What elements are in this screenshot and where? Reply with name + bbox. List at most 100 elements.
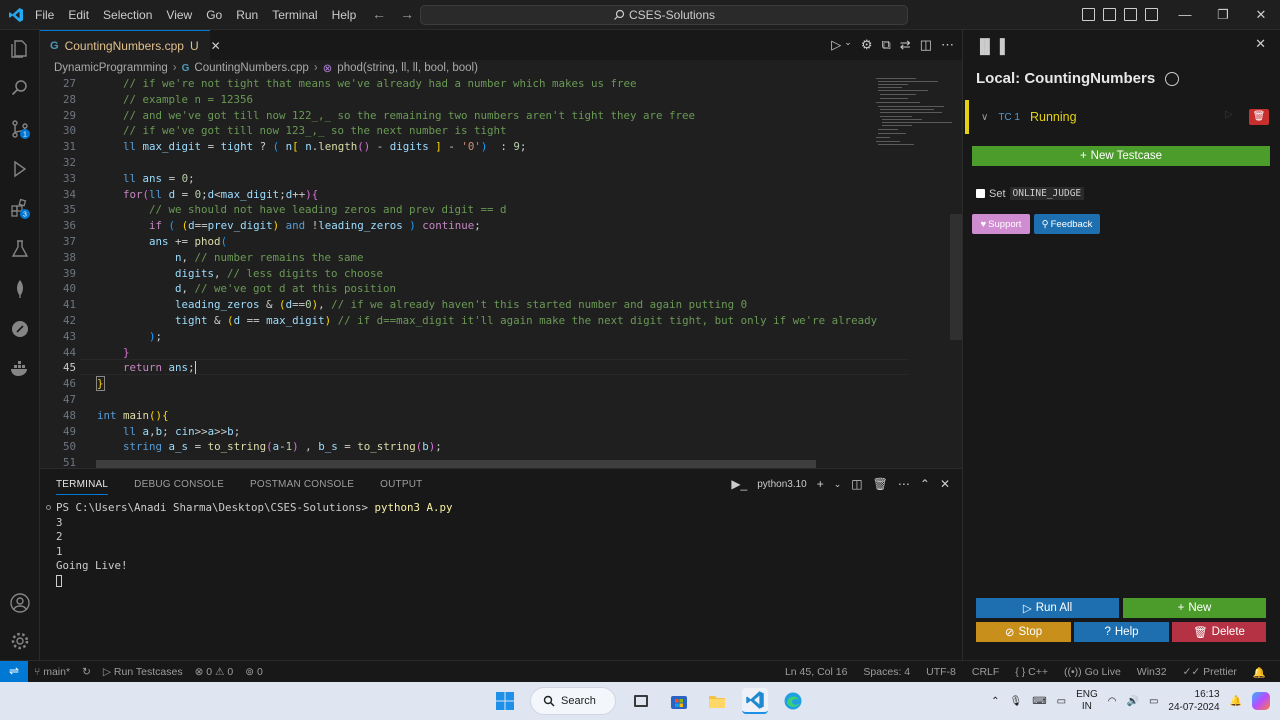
run-all-button[interactable]: ▷ Run All [976,598,1119,618]
source-control-icon[interactable]: 1 [9,118,31,140]
editor-scrollbar-thumb[interactable] [950,214,962,340]
tab-postman-console[interactable]: POSTMAN CONSOLE [250,479,354,495]
keyboard-icon[interactable]: ⌨ [1032,696,1046,707]
checkbox[interactable] [976,189,985,198]
search-view-icon[interactable] [9,77,31,99]
online-judge-toggle[interactable]: Set ONLINE_JUDGE [976,187,1085,200]
testing-flask-icon[interactable] [9,238,31,260]
minimize-icon[interactable]: — [1166,0,1204,30]
postman-icon[interactable] [9,318,31,340]
compare-icon[interactable]: ⇄ [900,37,911,53]
clock[interactable]: 16:13 24-07-2024 [1168,688,1219,714]
support-button[interactable]: ♥ Support [972,214,1030,234]
maximize-icon[interactable]: ❐ [1204,0,1242,30]
run-testcase-icon[interactable]: ▷ [1225,109,1241,125]
code-editor[interactable]: 27 // if we're not tight that means we'v… [40,76,962,468]
chevron-down-icon[interactable]: ∨ [981,112,988,123]
command-center[interactable]: CSES-Solutions [420,5,908,25]
run-testcases-item[interactable]: ▷ Run Testcases [103,666,183,678]
problems-indicator[interactable]: ⊗ 0 ⚠ 0 [195,666,234,678]
minimap[interactable] [874,76,954,468]
open-changes-icon[interactable]: ⧉ [882,37,891,53]
menu-go[interactable]: Go [199,8,229,22]
account-icon[interactable] [9,592,31,614]
customize-layout-icon[interactable] [1145,8,1158,21]
show-hidden-icons-chevron-icon[interactable]: ⌃ [991,696,999,707]
editor-horizontal-scrollbar[interactable] [96,460,816,468]
breadcrumb-file[interactable]: CountingNumbers.cpp [194,62,308,74]
file-explorer-icon[interactable] [704,688,730,714]
menu-file[interactable]: File [28,8,61,22]
notification-center-icon[interactable]: 🔔 [1230,696,1242,707]
settings-gear-icon[interactable] [9,630,31,652]
run-dropdown-icon[interactable]: ⌄ [844,37,852,53]
testcase-1[interactable]: ∨ TC 1 Running ▷ 🗑 [965,100,1271,134]
menu-terminal[interactable]: Terminal [265,8,324,22]
ports-indicator[interactable]: ⊚ 0 [245,666,263,678]
menu-view[interactable]: View [159,8,199,22]
taskbar-search[interactable]: Search [530,687,616,715]
explorer-icon[interactable] [9,38,31,60]
breadcrumb-symbol[interactable]: phod(string, ll, ll, bool, bool) [337,62,478,74]
remote-indicator-icon[interactable]: ⇌ [0,661,28,683]
stop-button[interactable]: ⊘ Stop [976,622,1071,642]
more-actions-icon[interactable]: ⋯ [941,37,954,53]
toggle-secondary-sidebar-icon[interactable] [1124,8,1137,21]
new-button[interactable]: + New [1123,598,1266,618]
back-arrow-icon[interactable]: ← [372,6,386,22]
toggle-primary-sidebar-icon[interactable] [1082,8,1095,21]
input-language[interactable]: ENG IN [1076,689,1098,713]
indentation[interactable]: Spaces: 4 [863,666,910,678]
platform[interactable]: Win32 [1137,666,1167,678]
wifi-icon[interactable]: ◠ [1108,696,1117,707]
tab-countingnumbers[interactable]: G CountingNumbers.cpp U ✕ [40,30,221,60]
task-view-icon[interactable] [628,688,654,714]
forward-arrow-icon[interactable]: → [400,6,414,22]
go-live-button[interactable]: ((•)) Go Live [1064,666,1121,678]
sync-icon[interactable]: ↻ [82,666,91,678]
edge-browser-icon[interactable] [780,688,806,714]
end-of-line[interactable]: CRLF [972,666,999,678]
docker-icon[interactable] [9,358,31,380]
terminal-dropdown-icon[interactable]: ⌄ [834,479,842,490]
run-code-icon[interactable]: ▷ [831,37,841,53]
new-testcase-button[interactable]: + New Testcase [972,146,1270,166]
menu-selection[interactable]: Selection [96,8,159,22]
delete-button[interactable]: 🗑 Delete [1172,622,1266,642]
notifications-bell-icon[interactable]: 🔔 [1253,666,1266,679]
new-terminal-icon[interactable]: + [817,477,824,491]
feedback-button[interactable]: ⚲ Feedback [1034,214,1100,234]
maximize-panel-icon[interactable]: ⌃ [920,477,930,491]
menu-run[interactable]: Run [229,8,265,22]
delete-testcase-icon[interactable]: 🗑 [1249,109,1269,125]
menu-help[interactable]: Help [325,8,364,22]
terminal-shell-name[interactable]: python3.10 [757,479,807,490]
encoding[interactable]: UTF-8 [926,666,956,678]
menu-edit[interactable]: Edit [61,8,96,22]
split-terminal-icon[interactable]: ◫ [851,477,862,491]
microphone-icon[interactable]: 🎙 [1009,696,1022,707]
battery-icon[interactable]: ▭ [1149,696,1158,707]
split-editor-icon[interactable]: ◫ [920,37,932,53]
language-mode[interactable]: { } C++ [1015,666,1048,678]
cursor-position[interactable]: Ln 45, Col 16 [785,666,847,678]
toggle-panel-icon[interactable] [1103,8,1116,21]
tab-debug-console[interactable]: DEBUG CONSOLE [134,479,224,495]
store-icon[interactable] [666,688,692,714]
panel-more-icon[interactable]: ⋯ [898,477,910,491]
prettier-status[interactable]: ✓✓ Prettier [1183,666,1237,678]
tab-close-icon[interactable]: ✕ [211,39,221,53]
close-panel-icon[interactable]: ✕ [940,477,950,491]
display-icon[interactable]: ▭ [1057,696,1066,707]
cph-gear-icon[interactable]: ⚙ [861,37,873,53]
breadcrumb-folder[interactable]: DynamicProgramming [54,62,168,74]
side-panel-close-icon[interactable]: ✕ [1255,36,1266,52]
run-debug-icon[interactable] [9,158,31,180]
extensions-icon[interactable]: 3 [9,198,31,220]
terminal-output[interactable]: PS C:\Users\Anadi Sharma\Desktop\CSES-So… [56,501,453,589]
mongodb-leaf-icon[interactable] [9,278,31,300]
copilot-icon[interactable] [1252,692,1270,710]
help-button[interactable]: ? Help [1074,622,1169,642]
volume-icon[interactable]: 🔊 [1126,696,1138,707]
tab-output[interactable]: OUTPUT [380,479,422,495]
